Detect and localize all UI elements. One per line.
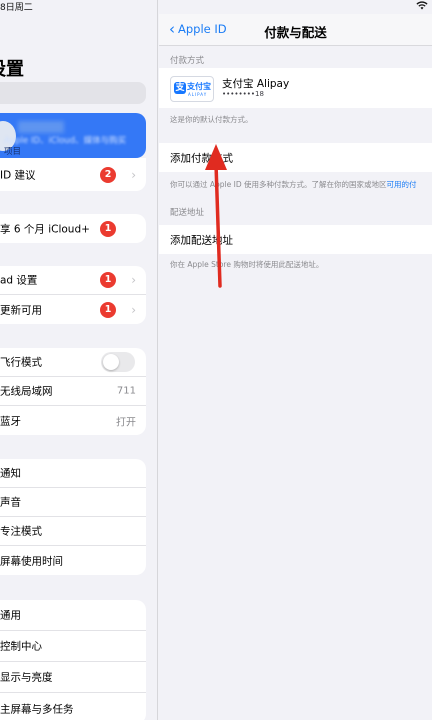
- alipay-logo-subtext: ALIPAY: [188, 92, 208, 97]
- profile-name-redacted: [18, 121, 64, 133]
- page-title: 付款与配送: [264, 25, 327, 40]
- sidebar-item-general[interactable]: 通用: [0, 600, 146, 631]
- row-label: ID 建议: [0, 169, 36, 181]
- status-time: 8日周二: [0, 3, 33, 13]
- alipay-logo-icon: 支 支付宝 ALIPAY: [170, 76, 214, 102]
- payment-section-header: 付款方式: [170, 56, 205, 66]
- row-label: 飞行模式: [0, 356, 42, 369]
- annotation-arrow-icon: [205, 144, 227, 288]
- notification-badge: 1: [100, 220, 116, 237]
- row-label: 无线局域网: [0, 385, 53, 398]
- row-label: 通用: [0, 609, 21, 622]
- icloud-offer-row[interactable]: 享 6 个月 iCloud+ 1: [0, 214, 146, 243]
- row-label: 更新可用: [0, 304, 42, 316]
- sidebar-item-sounds[interactable]: 声音: [0, 488, 146, 517]
- row-label: 通知: [0, 467, 21, 480]
- search-field[interactable]: [0, 82, 146, 104]
- row-label: 控制中心: [0, 640, 42, 653]
- airplane-mode-row[interactable]: 飞行模式: [0, 348, 146, 377]
- profile-subtitle: Apple ID、iCloud、媒体与购买 项目: [4, 136, 127, 157]
- sidebar-item-home-screen-multitasking[interactable]: 主屏幕与多任务: [0, 693, 146, 720]
- wifi-row[interactable]: 无线局域网 711: [0, 377, 146, 406]
- available-payments-link[interactable]: 可用的付: [387, 180, 417, 189]
- alipay-logo-text: 支付宝: [187, 82, 211, 91]
- general-group: 通用 控制中心 显示与亮度 主屏幕与多任务: [0, 600, 146, 720]
- bluetooth-row[interactable]: 蓝牙 打开: [0, 406, 146, 435]
- icloud-offer-group: 享 6 个月 iCloud+ 1: [0, 214, 146, 243]
- updates-group: ad 设置 1 › 更新可用 1 ›: [0, 266, 146, 324]
- notification-badge: 1: [100, 301, 116, 318]
- row-label: 显示与亮度: [0, 671, 53, 684]
- apple-id-suggestions-row[interactable]: ID 建议 2 ›: [0, 158, 146, 191]
- wifi-icon: [416, 1, 428, 10]
- navigation-bar: ‹ Apple ID 付款与配送: [159, 14, 432, 46]
- notification-badge: 1: [100, 272, 116, 288]
- notifications-group: 通知 声音 专注模式 屏幕使用时间: [0, 459, 146, 575]
- payment-method-number: ••••••••18: [222, 90, 264, 98]
- row-label: 声音: [0, 496, 21, 509]
- row-label: 蓝牙: [0, 415, 21, 427]
- software-update-row[interactable]: 更新可用 1 ›: [0, 295, 146, 324]
- row-label: ad 设置: [0, 274, 38, 287]
- row-label: 专注模式: [0, 525, 42, 538]
- sidebar-item-screen-time[interactable]: 屏幕使用时间: [0, 546, 146, 575]
- bluetooth-status: 打开: [116, 417, 136, 428]
- chevron-right-icon: ›: [131, 273, 136, 287]
- airplane-mode-toggle[interactable]: [101, 352, 135, 372]
- ipad-settings-row[interactable]: ad 设置 1 ›: [0, 266, 146, 295]
- sidebar-item-control-center[interactable]: 控制中心: [0, 631, 146, 662]
- sidebar-item-display-brightness[interactable]: 显示与亮度: [0, 662, 146, 693]
- apple-id-suggestions-group: ID 建议 2 ›: [0, 158, 146, 191]
- wifi-network-name: 711: [116, 385, 136, 397]
- connectivity-group: 飞行模式 无线局域网 711 蓝牙 打开: [0, 348, 146, 435]
- sidebar-item-notifications[interactable]: 通知: [0, 459, 146, 488]
- sidebar-title: 设置: [0, 59, 24, 80]
- row-label: 主屏幕与多任务: [0, 703, 74, 715]
- sidebar-item-focus[interactable]: 专注模式: [0, 517, 146, 546]
- notification-badge: 2: [100, 166, 116, 183]
- settings-sidebar: 设置 Apple ID、iCloud、媒体与购买 项目 ID 建议 2 › 享 …: [0, 0, 158, 720]
- default-payment-note: 这是你的默认付款方式。: [170, 115, 253, 124]
- payment-shipping-panel: ‹ Apple ID 付款与配送 付款方式 支 支付宝 ALIPAY 支付宝 A…: [159, 0, 432, 720]
- row-label: 屏幕使用时间: [0, 555, 63, 567]
- status-bar: 8日周二: [0, 0, 432, 14]
- payment-method-row[interactable]: 支 支付宝 ALIPAY 支付宝 Alipay ••••••••18: [159, 68, 432, 108]
- payment-method-name: 支付宝 Alipay: [222, 78, 290, 90]
- chevron-right-icon: ›: [131, 167, 136, 182]
- chevron-right-icon: ›: [131, 302, 136, 317]
- row-label: 享 6 个月 iCloud+: [0, 223, 90, 235]
- apple-id-profile-row[interactable]: Apple ID、iCloud、媒体与购买 项目: [0, 113, 146, 158]
